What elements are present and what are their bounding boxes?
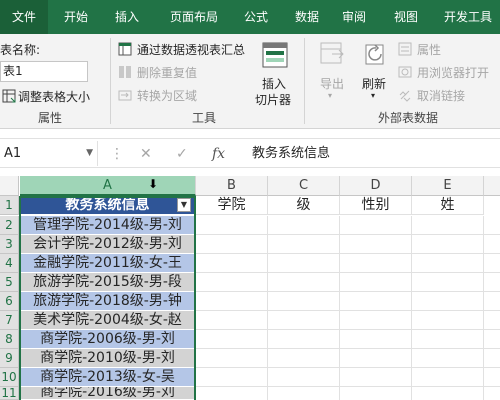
- name-box-dropdown-icon[interactable]: ▼: [86, 141, 93, 166]
- table-cell[interactable]: 旅游学院-2018级-男-钟: [20, 292, 195, 311]
- table-cell[interactable]: 商学院-2010级-男-刘: [20, 349, 195, 368]
- table-cell[interactable]: 会计学院-2012级-男-刘: [20, 235, 195, 254]
- filter-dropdown-button[interactable]: ▼: [177, 198, 191, 212]
- tab-developer[interactable]: 开发工具: [436, 0, 500, 34]
- tab-insert[interactable]: 插入: [103, 0, 151, 34]
- slicer-label-line2: 切片器: [255, 93, 292, 107]
- table-name-input[interactable]: 表1: [0, 61, 88, 82]
- refresh-dropdown-icon: ▾: [371, 91, 376, 100]
- table-cell[interactable]: 商学院-2013级-女-吴: [20, 368, 195, 387]
- export-icon: [320, 42, 344, 64]
- convert-to-range-icon: [118, 90, 132, 101]
- table-name-label: 表名称:: [0, 43, 41, 57]
- column-header-e[interactable]: E: [412, 176, 484, 196]
- row-header[interactable]: 10: [0, 368, 19, 387]
- table-cell[interactable]: 商学院-2006级-男-刘: [20, 330, 195, 349]
- tab-formulas[interactable]: 公式: [232, 0, 280, 34]
- tab-data[interactable]: 数据: [283, 0, 331, 34]
- name-box[interactable]: A1 ▼: [0, 141, 98, 166]
- resize-table-button[interactable]: 调整表格大小: [2, 87, 98, 105]
- group-label-external-data: 外部表数据: [377, 111, 438, 125]
- external-properties-button[interactable]: 属性: [398, 41, 458, 59]
- column-header-d[interactable]: D: [340, 176, 412, 196]
- group-separator: [304, 38, 305, 124]
- pivot-summary-label: 通过数据透视表汇总: [137, 43, 246, 57]
- group-label-properties: 属性: [37, 111, 62, 125]
- row-header[interactable]: 6: [0, 292, 19, 311]
- open-in-browser-label: 用浏览器打开: [417, 66, 490, 80]
- table-cell[interactable]: 管理学院-2014级-男-刘: [20, 216, 195, 235]
- insert-function-icon[interactable]: fx: [212, 139, 225, 169]
- tab-view[interactable]: 视图: [382, 0, 430, 34]
- slicer-icon: [262, 42, 288, 68]
- tab-home[interactable]: 开始: [52, 0, 100, 34]
- cell-e1[interactable]: 姓: [412, 196, 484, 215]
- ribbon-panel: 表名称: 表1 调整表格大小 属性 通过数据透视表汇总 删除重复值 转换为区域 …: [0, 34, 500, 129]
- convert-to-range-button[interactable]: 转换为区域: [118, 87, 228, 105]
- row-header[interactable]: 7: [0, 311, 19, 330]
- row-header[interactable]: 4: [0, 254, 19, 273]
- column-header-c[interactable]: C: [268, 176, 340, 196]
- refresh-button[interactable]: 刷新 ▾: [356, 38, 396, 106]
- export-label: 导出: [320, 77, 345, 91]
- refresh-icon: [365, 44, 384, 65]
- ribbon-tab-bar: 文件 开始 插入 页面布局 公式 数据 审阅 视图 开发工具: [0, 0, 500, 34]
- cell-a1[interactable]: 教务系统信息: [20, 196, 195, 215]
- remove-duplicates-label: 删除重复值: [137, 66, 198, 80]
- select-all-corner[interactable]: [0, 176, 19, 196]
- row-header[interactable]: 9: [0, 349, 19, 368]
- group-separator: [110, 38, 111, 124]
- pivot-summary-button[interactable]: 通过数据透视表汇总: [118, 41, 250, 59]
- unlink-button[interactable]: 取消链接: [398, 87, 488, 105]
- row-header[interactable]: 3: [0, 235, 19, 254]
- cancel-icon[interactable]: ✕: [140, 139, 152, 169]
- cell-d1[interactable]: 性别: [340, 196, 412, 215]
- properties-icon: [398, 42, 412, 56]
- unlink-label: 取消链接: [417, 89, 466, 103]
- row-header[interactable]: 5: [0, 273, 19, 292]
- export-dropdown-icon: ▾: [328, 91, 333, 100]
- browser-icon: [398, 66, 412, 78]
- group-label-tools: 工具: [191, 111, 216, 125]
- table-cell[interactable]: 美术学院-2004级-女-赵: [20, 311, 195, 330]
- remove-duplicates-icon: [119, 66, 131, 78]
- row-header[interactable]: 11: [0, 387, 19, 400]
- row-header[interactable]: 1: [0, 196, 19, 215]
- table-cell[interactable]: 金融学院-2011级-女-王: [20, 254, 195, 273]
- enter-icon[interactable]: ✓: [176, 139, 188, 169]
- resize-table-icon: [2, 89, 16, 103]
- external-properties-label: 属性: [417, 43, 442, 57]
- refresh-label: 刷新: [362, 77, 387, 91]
- open-in-browser-button[interactable]: 用浏览器打开: [398, 64, 498, 82]
- formula-input[interactable]: 教务系统信息: [252, 139, 330, 169]
- name-box-value: A1: [4, 146, 22, 161]
- tab-review[interactable]: 审阅: [330, 0, 378, 34]
- export-button[interactable]: 导出 ▾: [312, 38, 352, 106]
- tab-page-layout[interactable]: 页面布局: [160, 0, 228, 34]
- table-cell[interactable]: 商学院-2016级-男-刘: [20, 387, 195, 400]
- formula-bar: A1 ▼ ⋮ ✕ ✓ fx 教务系统信息: [0, 138, 500, 168]
- cell-c1[interactable]: 级: [268, 196, 340, 215]
- insert-slicer-button[interactable]: 插入 切片器: [252, 38, 298, 107]
- row-header[interactable]: 8: [0, 330, 19, 349]
- empty-cells-area[interactable]: [196, 216, 500, 400]
- worksheet-grid: A ⬇ B C D E 1 教务系统信息 ▼ 学院 级 性别 姓 2 管理学院-…: [0, 176, 500, 400]
- convert-to-range-label: 转换为区域: [137, 89, 198, 103]
- pivot-table-icon: [118, 42, 132, 56]
- row-header[interactable]: 2: [0, 216, 19, 235]
- tab-file[interactable]: 文件: [0, 0, 48, 34]
- remove-duplicates-button[interactable]: 删除重复值: [118, 64, 228, 82]
- resize-table-label: 调整表格大小: [18, 90, 91, 104]
- unlink-icon: [399, 90, 411, 102]
- column-header-f[interactable]: [484, 176, 500, 196]
- more-options-icon[interactable]: ⋮: [110, 139, 124, 169]
- column-select-cursor-icon: ⬇: [148, 177, 159, 191]
- column-header-a[interactable]: A: [20, 176, 196, 196]
- slicer-label-line1: 插入: [262, 77, 287, 91]
- cell-b1[interactable]: 学院: [196, 196, 268, 215]
- column-header-b[interactable]: B: [196, 176, 268, 196]
- table-cell[interactable]: 旅游学院-2015级-男-段: [20, 273, 195, 292]
